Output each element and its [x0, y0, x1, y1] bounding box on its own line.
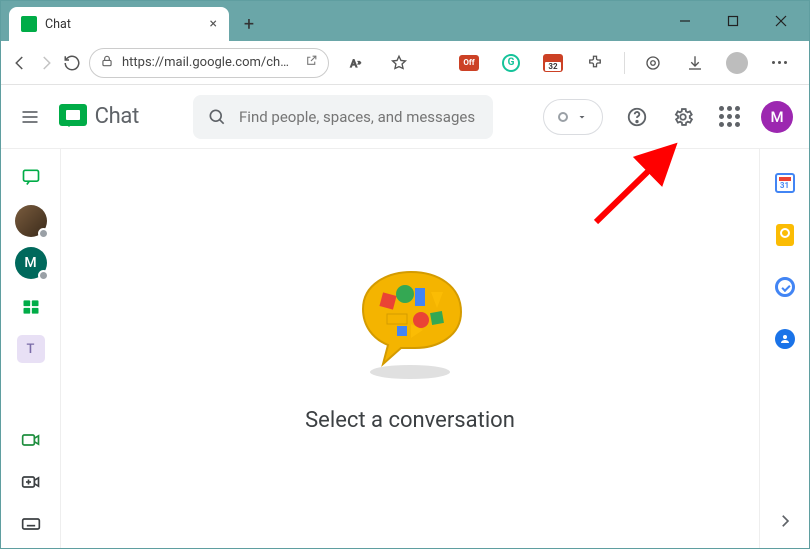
product-name: Chat — [95, 104, 139, 129]
window-titlebar: Chat × + — [1, 1, 809, 41]
meet-join-button[interactable] — [13, 468, 49, 496]
empty-state-text: Select a conversation — [305, 408, 515, 433]
favorites-button[interactable] — [379, 46, 419, 80]
keep-addon[interactable] — [773, 223, 797, 247]
space-item[interactable]: T — [17, 335, 45, 363]
main-menu-button[interactable] — [17, 97, 43, 137]
conversation-avatar-2[interactable]: M — [15, 247, 47, 279]
chevron-down-icon — [576, 111, 588, 123]
collapse-side-panel-button[interactable] — [776, 512, 794, 534]
left-navigation-rail: M T — [1, 149, 61, 548]
browser-menu-button[interactable] — [759, 46, 799, 80]
chat-logo[interactable]: Chat — [57, 104, 139, 130]
extension-grammarly[interactable]: G — [491, 46, 531, 80]
side-panel-rail: 31 — [759, 149, 809, 548]
close-tab-icon[interactable]: × — [210, 16, 217, 32]
extensions-button[interactable] — [575, 46, 615, 80]
chat-section-icon[interactable] — [13, 159, 49, 195]
apps-grid-icon — [719, 106, 740, 127]
extension-off[interactable]: Off — [449, 46, 489, 80]
window-close-button[interactable] — [759, 6, 803, 36]
reader-mode-button[interactable]: A» — [337, 46, 377, 80]
browser-toolbar: https://mail.google.com/ch… A» Off G 32 — [1, 41, 809, 85]
status-indicator-icon — [558, 112, 568, 122]
svg-text:»: » — [358, 58, 361, 66]
account-avatar[interactable]: M — [761, 101, 793, 133]
collections-vline — [617, 46, 631, 80]
contacts-addon[interactable] — [773, 327, 797, 351]
window-minimize-button[interactable] — [663, 6, 707, 36]
open-external-icon[interactable] — [305, 54, 318, 71]
address-bar[interactable]: https://mail.google.com/ch… — [89, 48, 329, 78]
back-button[interactable] — [11, 46, 29, 80]
google-apps-button[interactable] — [709, 97, 749, 137]
refresh-button[interactable] — [63, 46, 81, 80]
lock-icon — [100, 54, 114, 72]
url-text: https://mail.google.com/ch… — [122, 55, 297, 70]
search-icon — [207, 107, 227, 127]
keyboard-button[interactable] — [13, 510, 49, 538]
profile-button[interactable] — [717, 46, 757, 80]
main-content: Select a conversation — [61, 149, 759, 548]
settings-button[interactable] — [663, 97, 703, 137]
app-header: Chat Find people, spaces, and messages M — [1, 85, 809, 149]
collections-button[interactable] — [633, 46, 673, 80]
calendar-addon[interactable]: 31 — [773, 171, 797, 195]
gear-icon — [672, 106, 694, 128]
tasks-addon[interactable] — [773, 275, 797, 299]
search-bar[interactable]: Find people, spaces, and messages — [193, 95, 493, 139]
browser-tab[interactable]: Chat × — [9, 7, 229, 41]
chat-logo-icon — [57, 104, 89, 130]
window-maximize-button[interactable] — [711, 6, 755, 36]
forward-button[interactable] — [37, 46, 55, 80]
new-tab-button[interactable]: + — [235, 10, 263, 38]
help-button[interactable] — [617, 97, 657, 137]
extension-calendar[interactable]: 32 — [533, 46, 573, 80]
tab-title: Chat — [45, 17, 202, 32]
status-selector[interactable] — [543, 99, 603, 135]
spaces-section-icon[interactable] — [13, 289, 49, 325]
meet-new-button[interactable] — [13, 426, 49, 454]
downloads-button[interactable] — [675, 46, 715, 80]
chat-favicon — [21, 16, 37, 32]
search-placeholder: Find people, spaces, and messages — [239, 108, 475, 126]
svg-text:A: A — [350, 56, 357, 69]
empty-state-illustration — [343, 264, 478, 384]
conversation-avatar-1[interactable] — [15, 205, 47, 237]
